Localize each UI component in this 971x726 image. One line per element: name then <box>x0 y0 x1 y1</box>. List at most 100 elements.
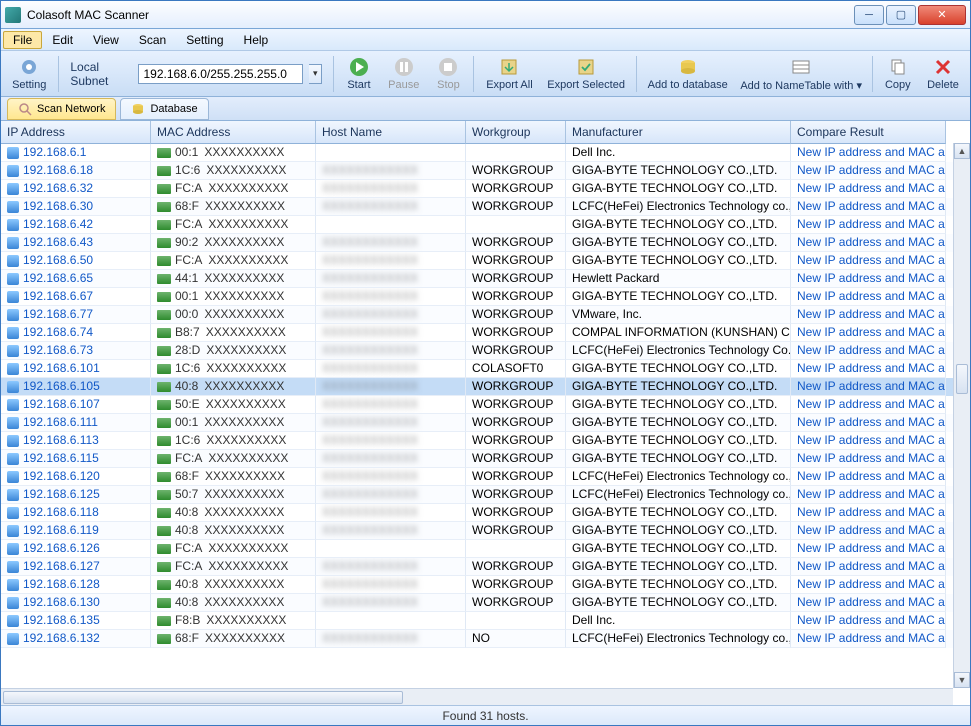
cell-compare: New IP address and MAC add <box>791 576 946 594</box>
table-row[interactable]: 192.168.6.126FC:AXXXXXXXXXXGIGA-BYTE TEC… <box>1 540 970 558</box>
menu-help[interactable]: Help <box>234 31 279 49</box>
cell-mac: 1C:6XXXXXXXXXX <box>151 432 316 450</box>
nic-icon <box>157 598 171 608</box>
horizontal-scrollbar[interactable] <box>1 688 953 705</box>
cell-mac: 28:DXXXXXXXXXX <box>151 342 316 360</box>
stop-button[interactable]: Stop <box>428 54 468 93</box>
col-compare[interactable]: Compare Result <box>791 121 946 144</box>
cell-ip: 192.168.6.135 <box>1 612 151 630</box>
col-manufacturer[interactable]: Manufacturer <box>566 121 791 144</box>
host-icon <box>7 525 19 537</box>
cell-workgroup: WORKGROUP <box>466 180 566 198</box>
table-row[interactable]: 192.168.6.135F8:BXXXXXXXXXXDell Inc.New … <box>1 612 970 630</box>
cell-host: XXXXXXXXXXXX <box>316 342 466 360</box>
table-row[interactable]: 192.168.6.10750:EXXXXXXXXXXXXXXXXXXXXXXW… <box>1 396 970 414</box>
delete-button[interactable]: Delete <box>920 54 966 93</box>
table-row[interactable]: 192.168.6.10540:8XXXXXXXXXXXXXXXXXXXXXXW… <box>1 378 970 396</box>
cell-host: XXXXXXXXXXXX <box>316 378 466 396</box>
table-row[interactable]: 192.168.6.4390:2XXXXXXXXXXXXXXXXXXXXXXWO… <box>1 234 970 252</box>
pause-button[interactable]: Pause <box>381 54 427 93</box>
add-database-button[interactable]: Add to database <box>642 54 734 93</box>
cell-ip: 192.168.6.74 <box>1 324 151 342</box>
tab-database[interactable]: Database <box>120 98 208 120</box>
table-row[interactable]: 192.168.6.127FC:AXXXXXXXXXXXXXXXXXXXXXXW… <box>1 558 970 576</box>
cell-workgroup <box>466 144 566 162</box>
vertical-scrollbar[interactable]: ▲ ▼ <box>953 143 970 688</box>
hscroll-thumb[interactable] <box>3 691 403 704</box>
table-row[interactable]: 192.168.6.12840:8XXXXXXXXXXXXXXXXXXXXXXW… <box>1 576 970 594</box>
table-row[interactable]: 192.168.6.6544:1XXXXXXXXXXXXXXXXXXXXXXWO… <box>1 270 970 288</box>
minimize-button[interactable]: ─ <box>854 5 884 25</box>
scroll-thumb[interactable] <box>956 364 968 394</box>
host-icon <box>7 507 19 519</box>
table-row[interactable]: 192.168.6.11100:1XXXXXXXXXXXXXXXXXXXXXXW… <box>1 414 970 432</box>
subnet-input[interactable] <box>138 64 303 84</box>
menu-scan[interactable]: Scan <box>129 31 176 49</box>
nic-icon <box>157 148 171 158</box>
cell-compare: New IP address and MAC add <box>791 216 946 234</box>
copy-button[interactable]: Copy <box>878 54 918 93</box>
tab-scan-network[interactable]: Scan Network <box>7 98 116 120</box>
menu-view[interactable]: View <box>83 31 129 49</box>
cell-mac: 00:1XXXXXXXXXX <box>151 144 316 162</box>
table-row[interactable]: 192.168.6.7328:DXXXXXXXXXXXXXXXXXXXXXXWO… <box>1 342 970 360</box>
app-icon <box>5 7 21 23</box>
start-button[interactable]: Start <box>339 54 379 93</box>
setting-button[interactable]: Setting <box>5 54 53 93</box>
table-row[interactable]: 192.168.6.74B8:7XXXXXXXXXXXXXXXXXXXXXXWO… <box>1 324 970 342</box>
table-row[interactable]: 192.168.6.7700:0XXXXXXXXXXXXXXXXXXXXXXWO… <box>1 306 970 324</box>
table-row[interactable]: 192.168.6.115FC:AXXXXXXXXXXXXXXXXXXXXXXW… <box>1 450 970 468</box>
cell-host: XXXXXXXXXXXX <box>316 180 466 198</box>
close-button[interactable]: ✕ <box>918 5 966 25</box>
cell-manufacturer: GIGA-BYTE TECHNOLOGY CO.,LTD. <box>566 432 791 450</box>
nic-icon <box>157 634 171 644</box>
table-row[interactable]: 192.168.6.12550:7XXXXXXXXXXXXXXXXXXXXXXW… <box>1 486 970 504</box>
table-row[interactable]: 192.168.6.50FC:AXXXXXXXXXXXXXXXXXXXXXXWO… <box>1 252 970 270</box>
cell-workgroup <box>466 216 566 234</box>
table-row[interactable]: 192.168.6.3068:FXXXXXXXXXXXXXXXXXXXXXXWO… <box>1 198 970 216</box>
menu-file[interactable]: File <box>3 31 42 49</box>
cell-manufacturer: GIGA-BYTE TECHNOLOGY CO.,LTD. <box>566 414 791 432</box>
cell-mac: 68:FXXXXXXXXXX <box>151 468 316 486</box>
table-row[interactable]: 192.168.6.13268:FXXXXXXXXXXXXXXXXXXXXXXN… <box>1 630 970 648</box>
cell-ip: 192.168.6.77 <box>1 306 151 324</box>
title-bar[interactable]: Colasoft MAC Scanner ─ ▢ ✕ <box>1 1 970 29</box>
grid-body[interactable]: 192.168.6.100:1XXXXXXXXXXDell Inc.New IP… <box>1 144 970 705</box>
table-row[interactable]: 192.168.6.181C:6XXXXXXXXXXXXXXXXXXXXXXWO… <box>1 162 970 180</box>
host-icon <box>7 147 19 159</box>
cell-compare: New IP address and MAC add <box>791 486 946 504</box>
nic-icon <box>157 508 171 518</box>
scroll-down-icon[interactable]: ▼ <box>954 672 970 688</box>
separator <box>473 56 474 92</box>
subnet-dropdown[interactable]: ▾ <box>309 64 322 84</box>
table-row[interactable]: 192.168.6.100:1XXXXXXXXXXDell Inc.New IP… <box>1 144 970 162</box>
col-ip[interactable]: IP Address <box>1 121 151 144</box>
export-selected-button[interactable]: Export Selected <box>541 54 630 93</box>
col-workgroup[interactable]: Workgroup <box>466 121 566 144</box>
table-row[interactable]: 192.168.6.13040:8XXXXXXXXXXXXXXXXXXXXXXW… <box>1 594 970 612</box>
stop-icon <box>437 56 459 78</box>
cell-compare: New IP address and MAC add <box>791 468 946 486</box>
table-row[interactable]: 192.168.6.11840:8XXXXXXXXXXXXXXXXXXXXXXW… <box>1 504 970 522</box>
table-row[interactable]: 192.168.6.11940:8XXXXXXXXXXXXXXXXXXXXXXW… <box>1 522 970 540</box>
export-all-button[interactable]: Export All <box>479 54 539 93</box>
cell-compare: New IP address and MAC add <box>791 414 946 432</box>
host-icon <box>7 363 19 375</box>
table-row[interactable]: 192.168.6.6700:1XXXXXXXXXXXXXXXXXXXXXXWO… <box>1 288 970 306</box>
maximize-button[interactable]: ▢ <box>886 5 916 25</box>
table-row[interactable]: 192.168.6.12068:FXXXXXXXXXXXXXXXXXXXXXXW… <box>1 468 970 486</box>
table-row[interactable]: 192.168.6.32FC:AXXXXXXXXXXXXXXXXXXXXXXWO… <box>1 180 970 198</box>
table-row[interactable]: 192.168.6.1131C:6XXXXXXXXXXXXXXXXXXXXXXW… <box>1 432 970 450</box>
cell-workgroup: COLASOFT0 <box>466 360 566 378</box>
add-nametable-button[interactable]: Add to NameTable with ▾ <box>736 54 867 94</box>
table-row[interactable]: 192.168.6.1011C:6XXXXXXXXXXXXXXXXXXXXXXC… <box>1 360 970 378</box>
host-icon <box>7 237 19 249</box>
col-mac[interactable]: MAC Address <box>151 121 316 144</box>
cell-mac: FC:AXXXXXXXXXX <box>151 450 316 468</box>
col-host[interactable]: Host Name <box>316 121 466 144</box>
scroll-up-icon[interactable]: ▲ <box>954 143 970 159</box>
table-row[interactable]: 192.168.6.42FC:AXXXXXXXXXXGIGA-BYTE TECH… <box>1 216 970 234</box>
cell-ip: 192.168.6.111 <box>1 414 151 432</box>
menu-setting[interactable]: Setting <box>176 31 233 49</box>
menu-edit[interactable]: Edit <box>42 31 83 49</box>
